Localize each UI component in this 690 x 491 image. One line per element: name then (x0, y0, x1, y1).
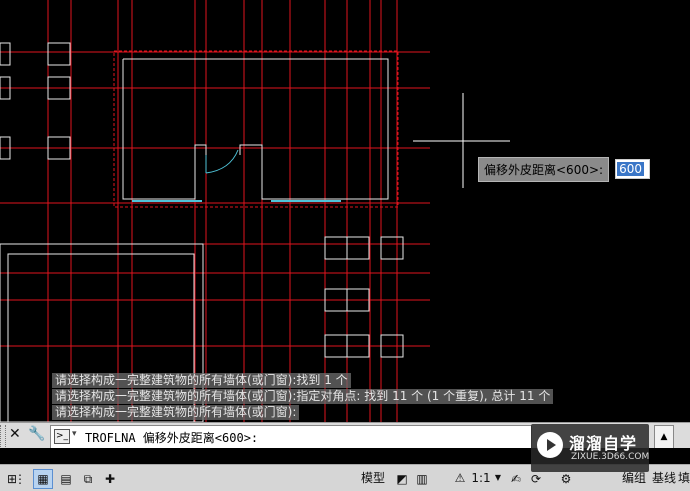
baseline-button[interactable]: 基线 (650, 469, 678, 487)
layout-viewport-icon[interactable]: ◩ (392, 469, 412, 489)
isolate-objects-icon[interactable]: ⧉ (78, 469, 98, 489)
dynamic-input-label: 偏移外皮距离<600>: (478, 156, 610, 182)
grid-snap-icon[interactable]: ⋮ (10, 469, 30, 489)
command-history-line: 请选择构成一完整建筑物的所有墙体(或门窗):指定对角点: 找到 11 个 (1 … (52, 389, 554, 404)
grid-display-icon[interactable]: ▦ (33, 469, 53, 489)
command-prompt-icon[interactable]: >_ (54, 429, 70, 444)
command-input-text: TROFLNA 偏移外皮距离<600>: (85, 431, 259, 445)
watermark-subtitle: ZIXUE.3D66.COM (571, 452, 650, 462)
drawing-canvas[interactable] (0, 0, 690, 422)
chevron-down-icon[interactable]: ▼ (494, 469, 502, 487)
watermark-title: 溜溜自学 (569, 434, 638, 453)
dynamic-input-field[interactable]: 600 (615, 159, 651, 179)
play-logo-icon (537, 432, 563, 458)
sync-icon[interactable]: ⟳ (526, 469, 546, 489)
dynamic-input-value: 600 (617, 162, 644, 176)
annotation-visibility-icon[interactable]: ⚠ (452, 469, 468, 487)
wrench-icon[interactable]: 🔧 (28, 426, 45, 442)
watermark: 溜溜自学 ZIXUE.3D66.COM (531, 424, 649, 472)
command-history-line: 请选择构成一完整建筑物的所有墙体(或门窗): (52, 405, 300, 420)
workspace-icon[interactable]: ⚙ (556, 469, 576, 489)
close-icon[interactable]: ✕ (9, 426, 21, 442)
axis-grid (0, 0, 430, 422)
command-history-line: 请选择构成一完整建筑物的所有墙体(或门窗):找到 1 个 (52, 373, 351, 388)
layout-icon[interactable]: ▤ (56, 469, 76, 489)
annotation-scale[interactable]: 1:1 (469, 469, 493, 487)
command-input[interactable]: >_ ▾ TROFLNA 偏移外皮距离<600>: (50, 425, 532, 449)
fill-button[interactable]: 填 (678, 469, 690, 487)
annotation-scale-icon[interactable]: ✍ (506, 469, 526, 489)
dynamic-input-tooltip: 偏移外皮距离<600>: 600 (478, 156, 651, 182)
drag-handle[interactable] (0, 425, 6, 447)
quick-view-icon[interactable]: ▥ (412, 469, 432, 489)
chevron-down-icon[interactable]: ▾ (72, 429, 77, 439)
scroll-up-icon[interactable]: ▲ (654, 425, 674, 449)
ortho-mode-icon[interactable]: ✚ (100, 469, 120, 489)
model-space-button[interactable]: 模型 (358, 469, 388, 487)
